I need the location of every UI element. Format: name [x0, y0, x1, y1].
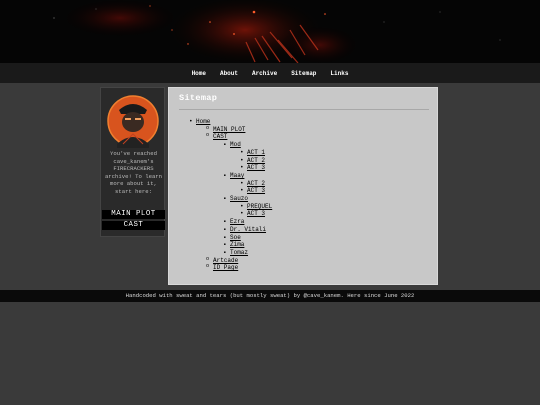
main-content: Sitemap HomeMAIN PLOTCASTModACT 1ACT 2AC… [168, 87, 438, 285]
main-plot-button[interactable]: MAIN PLOT [102, 210, 165, 219]
sitemap-link[interactable]: CAST [213, 133, 227, 140]
sitemap-link[interactable]: Tomaz [230, 249, 248, 256]
sidebar-intro-text: You've reached cave_kanem's FIRECRACKERS… [104, 150, 163, 195]
nav-archive-link[interactable]: Archive [252, 70, 277, 77]
sitemap-item: ACT 3 [240, 187, 265, 194]
sitemap-item: ACT 2 [240, 180, 265, 187]
footer: Handcoded with sweat and tears (but most… [0, 290, 540, 302]
sitemap-link[interactable]: ACT 2 [247, 157, 265, 164]
sitemap-link[interactable]: MAIN PLOT [213, 126, 245, 133]
top-nav: Home About Archive Sitemap Links [0, 63, 540, 83]
sitemap-link[interactable]: Dr. Vitali [230, 226, 266, 233]
nav-about-link[interactable]: About [220, 70, 238, 77]
nav-home-link[interactable]: Home [192, 70, 206, 77]
banner-artwork [0, 0, 540, 63]
sitemap-item: CAST [206, 132, 228, 140]
sitemap-item: ACT 2 [240, 157, 265, 164]
sitemap-link[interactable]: Artcade [213, 257, 238, 264]
avatar [107, 95, 159, 148]
sitemap-item: ACT 3 [240, 164, 265, 171]
sitemap-link[interactable]: PREQUEL [247, 203, 272, 210]
page-title: Sitemap [179, 93, 218, 103]
sitemap-item: ACT 1 [240, 149, 265, 156]
sitemap-item: MAIN PLOT [206, 125, 245, 133]
cast-button[interactable]: CAST [102, 221, 165, 230]
nav-links-link[interactable]: Links [330, 70, 348, 77]
sitemap-item: Soe [223, 234, 241, 241]
sitemap-link[interactable]: ACT 1 [247, 149, 265, 156]
sidebar: You've reached cave_kanem's FIRECRACKERS… [100, 87, 165, 237]
sitemap-item: Sauzo [223, 195, 248, 202]
sitemap-item: Maay [223, 172, 245, 179]
sitemap-item: Dr. Vitali [223, 226, 266, 233]
sitemap-item: ACT 3 [240, 210, 265, 217]
sitemap-item: Artcade [206, 256, 238, 264]
sitemap-link[interactable]: Zima [230, 241, 244, 248]
sitemap-link[interactable]: Soe [230, 234, 241, 241]
sitemap-link[interactable]: ACT 3 [247, 164, 265, 171]
sitemap-link[interactable]: Sauzo [230, 195, 248, 202]
sitemap-link[interactable]: ACT 3 [247, 187, 265, 194]
sitemap-link[interactable]: ACT 3 [247, 210, 265, 217]
sitemap-link[interactable]: Maay [230, 172, 244, 179]
sitemap-item: Zima [223, 241, 245, 248]
sitemap-link[interactable]: Ezra [230, 218, 244, 225]
sitemap-item: Mod [223, 141, 241, 148]
nav-sitemap-link[interactable]: Sitemap [291, 70, 316, 77]
sitemap-item: ID Page [206, 263, 238, 271]
sitemap-item: Ezra [223, 218, 245, 225]
sitemap-link[interactable]: ACT 2 [247, 180, 265, 187]
sitemap-item: PREQUEL [240, 203, 272, 210]
header-banner [0, 0, 540, 63]
sitemap-link[interactable]: ID Page [213, 264, 238, 271]
title-divider [179, 109, 429, 110]
sitemap-link[interactable]: Mod [230, 141, 241, 148]
sitemap-item: Tomaz [223, 249, 248, 256]
